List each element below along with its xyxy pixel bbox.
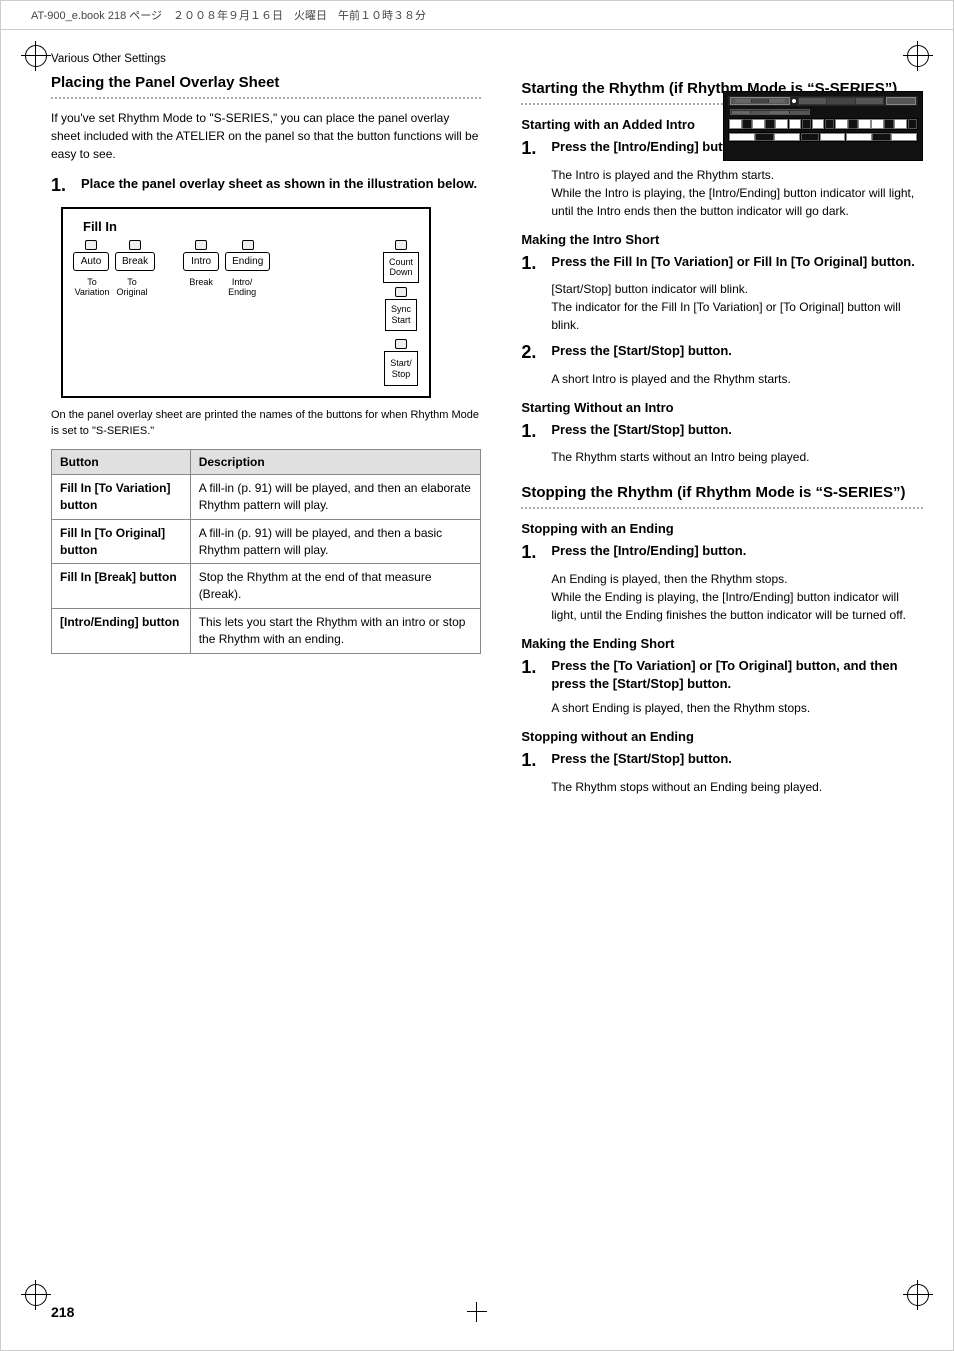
top-bar: AT-900_e.book 218 ページ ２００８年９月１６日 火曜日 午前１… [1, 1, 953, 30]
step1-number: 1. [51, 175, 77, 197]
reg-mark-br [903, 1280, 933, 1310]
right-stop-step-1-0-text: Press the [To Variation] or [To Original… [551, 657, 923, 693]
table-cell-button-2: Fill In [Break] button [52, 564, 191, 609]
dotted-divider-left [51, 97, 481, 99]
right-spacer [521, 50, 923, 72]
ending-btn: Ending [225, 252, 270, 271]
right-stop-step-0-0-text: Press the [Intro/Ending] button. [551, 542, 746, 560]
right-stop-step-2-0: 1. Press the [Start/Stop] button. [521, 750, 923, 772]
table-cell-button-0: Fill In [To Variation] button [52, 475, 191, 520]
right-stop-step-2-0-text: Press the [Start/Stop] button. [551, 750, 732, 768]
right-buttons-group: CountDown SyncStart Start/Stop [383, 240, 419, 387]
start-stop-btn: Start/Stop [384, 351, 418, 387]
right-step-1-0-num: 1. [521, 253, 547, 275]
fill-in-label: Fill In [73, 219, 419, 234]
intro-ending-label: Intro/Ending [221, 277, 263, 297]
break-label: Break [183, 277, 219, 297]
left-buttons-group: Auto Break ToVariation ToOriginal [73, 240, 155, 297]
right-step-2-0-desc: The Rhythm starts without an Intro being… [551, 448, 923, 466]
to-labels: ToVariation ToOriginal [73, 277, 155, 297]
dotted-divider-right-2 [521, 507, 923, 509]
sync-start-btn: SyncStart [385, 299, 417, 331]
subsection-heading-2: Starting Without an Intro [521, 400, 923, 415]
intro-text: If you've set Rhythm Mode to "S-SERIES,"… [51, 109, 481, 163]
right-stop-step-1-0-desc: A short Ending is played, then the Rhyth… [551, 699, 923, 717]
subsection-heading-stop-1: Making the Ending Short [521, 636, 923, 651]
table-row: Fill In [To Original] button A fill-in (… [52, 519, 481, 564]
step1-text: Place the panel overlay sheet as shown i… [81, 175, 477, 193]
table-header-description: Description [190, 450, 481, 475]
right-stop-step-1-0: 1. Press the [To Variation] or [To Origi… [521, 657, 923, 693]
subsection-heading-stop-0: Stopping with an Ending [521, 521, 923, 536]
right-step-1-1: 2. Press the [Start/Stop] button. [521, 342, 923, 364]
table-cell-desc-0: A fill-in (p. 91) will be played, and th… [190, 475, 481, 520]
file-info: AT-900_e.book 218 ページ ２００８年９月１６日 火曜日 午前１… [31, 7, 426, 23]
auto-led [85, 240, 97, 250]
right-stop-step-1-0-num: 1. [521, 657, 547, 679]
table-cell-desc-2: Stop the Rhythm at the end of that measu… [190, 564, 481, 609]
break-led [129, 240, 141, 250]
center-labels: Break Intro/Ending [183, 277, 270, 297]
table-cell-button-3: [Intro/Ending] button [52, 608, 191, 653]
right-stop-step-0-0-num: 1. [521, 542, 547, 564]
right-stop-step-0-0-desc: An Ending is played, then the Rhythm sto… [551, 570, 923, 624]
count-down-led [395, 240, 407, 250]
to-variation-label: ToVariation [73, 277, 111, 297]
page: AT-900_e.book 218 ページ ２００８年９月１６日 火曜日 午前１… [0, 0, 954, 1351]
right-stop-step-2-0-num: 1. [521, 750, 547, 772]
subsection-heading-stop-2: Stopping without an Ending [521, 729, 923, 744]
right-step-0-0-text: Press the [Intro/Ending] button. [551, 138, 746, 156]
panel-overlay-illustration: Fill In Auto Break [61, 207, 431, 399]
to-original-label: ToOriginal [113, 277, 151, 297]
center-buttons-group: Intro Ending Break Intro/Ending [183, 240, 270, 297]
reg-mark-tr [903, 41, 933, 71]
sync-start-led [395, 287, 407, 297]
reg-mark-bl [21, 1280, 51, 1310]
right-step-0-0-num: 1. [521, 138, 547, 160]
count-down-btn: CountDown [383, 252, 419, 284]
device-illustration [723, 91, 923, 171]
ending-led [242, 240, 254, 250]
right-step-1-1-text: Press the [Start/Stop] button. [551, 342, 732, 360]
subsection-heading-1: Making the Intro Short [521, 232, 923, 247]
table-row: Fill In [Break] button Stop the Rhythm a… [52, 564, 481, 609]
bottom-center-mark [467, 1302, 487, 1322]
right-stop-step-0-0: 1. Press the [Intro/Ending] button. [521, 542, 923, 564]
section-label: Various Other Settings [51, 53, 166, 65]
right-heading-2: Stopping the Rhythm (if Rhythm Mode is “… [521, 484, 923, 501]
right-step-1-0-desc: [Start/Stop] button indicator will blink… [551, 280, 923, 334]
left-column: Various Other Settings Placing the Panel… [51, 50, 501, 804]
intro-led [195, 240, 207, 250]
right-step-2-0-text: Press the [Start/Stop] button. [551, 421, 732, 439]
caption-text: On the panel overlay sheet are printed t… [51, 408, 481, 439]
auto-btn: Auto [73, 252, 109, 271]
section-label-area: Various Other Settings [51, 50, 481, 66]
page-number: 218 [51, 1304, 74, 1320]
intro-btn: Intro [183, 252, 219, 271]
table-header-button: Button [52, 450, 191, 475]
right-step-1-1-num: 2. [521, 342, 547, 364]
table-cell-desc-1: A fill-in (p. 91) will be played, and th… [190, 519, 481, 564]
table-cell-button-1: Fill In [To Original] button [52, 519, 191, 564]
right-step-0-0-desc: The Intro is played and the Rhythm start… [551, 166, 923, 220]
right-step-1-1-desc: A short Intro is played and the Rhythm s… [551, 370, 923, 388]
right-step-1-0-text: Press the Fill In [To Variation] or Fill… [551, 253, 915, 271]
reg-mark-tl [21, 41, 51, 71]
right-step-2-0-num: 1. [521, 421, 547, 443]
right-stop-step-2-0-desc: The Rhythm stops without an Ending being… [551, 778, 923, 796]
table-cell-desc-3: This lets you start the Rhythm with an i… [190, 608, 481, 653]
break-btn: Break [115, 252, 155, 271]
button-description-table: Button Description Fill In [To Variation… [51, 449, 481, 653]
table-row: [Intro/Ending] button This lets you star… [52, 608, 481, 653]
start-stop-led [395, 339, 407, 349]
right-step-1-0: 1. Press the Fill In [To Variation] or F… [521, 253, 923, 275]
left-heading: Placing the Panel Overlay Sheet [51, 74, 481, 91]
table-row: Fill In [To Variation] button A fill-in … [52, 475, 481, 520]
step1: 1. Place the panel overlay sheet as show… [51, 175, 481, 197]
right-step-2-0: 1. Press the [Start/Stop] button. [521, 421, 923, 443]
